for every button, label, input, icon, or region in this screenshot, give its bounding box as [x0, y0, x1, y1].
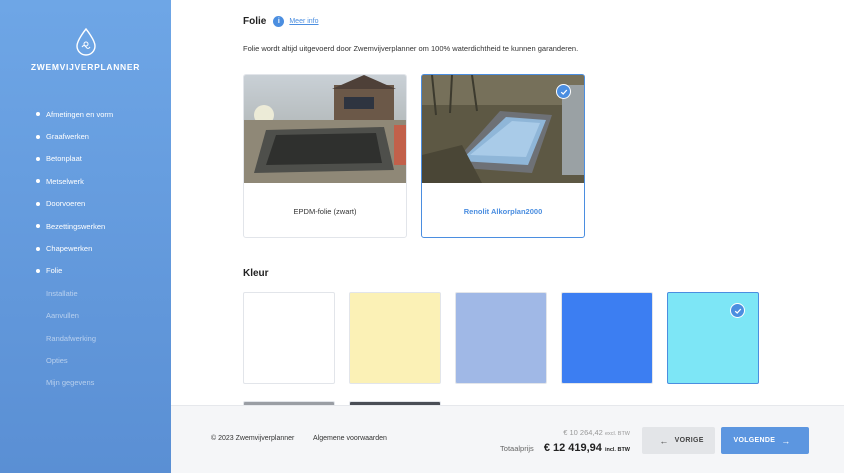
foil-options: EPDM-folie (zwart) Renolit Alkorplan2000: [243, 74, 585, 238]
next-button[interactable]: VOLGENDE →: [721, 427, 809, 454]
total-price: Totaalprijs € 12 419,94 incl. BTW: [500, 442, 630, 454]
next-label: VOLGENDE: [733, 437, 776, 444]
total-value: € 12 419,94: [543, 442, 602, 454]
price-excl-value: € 10 264,42: [563, 428, 603, 437]
nav-step-betonplaat[interactable]: Betonplaat: [36, 148, 113, 170]
nav-step-label: Graafwerken: [46, 132, 89, 142]
nav-step-label: Randafwerking: [46, 333, 97, 343]
arrow-left-icon: ←: [659, 435, 669, 446]
nav-step-label: Installatie: [46, 288, 78, 298]
nav-step-afmetingen[interactable]: Afmetingen en vorm: [36, 103, 113, 125]
step-nav: Afmetingen en vorm Graafwerken Betonplaa…: [36, 103, 113, 394]
arrow-right-icon: →: [781, 435, 791, 446]
check-icon: [556, 84, 571, 99]
nav-step-graafwerken[interactable]: Graafwerken: [36, 125, 113, 147]
color-swatch-white[interactable]: [243, 292, 335, 384]
nav-step-label: Aanvullen: [46, 311, 79, 321]
nav-step-label: Bezettingswerken: [46, 221, 106, 231]
nav-step-aanvullen[interactable]: Aanvullen: [36, 305, 113, 327]
nav-step-folie[interactable]: Folie: [36, 260, 113, 282]
bullet-icon: [36, 179, 40, 184]
bullet-icon: [36, 156, 40, 161]
nav-step-label: Opties: [46, 355, 68, 365]
section-title: Folie: [243, 16, 267, 27]
water-drop-icon: [75, 28, 96, 56]
nav-step-bezettingswerken[interactable]: Bezettingswerken: [36, 215, 113, 237]
bullet-icon: [36, 224, 40, 229]
info-icon[interactable]: i: [273, 16, 285, 27]
copyright: © 2023 Zwemvijverplanner: [211, 435, 295, 442]
nav-step-label: Folie: [46, 266, 63, 276]
nav-step-label: Mijn gegevens: [46, 378, 95, 388]
nav-step-mijn-gegevens[interactable]: Mijn gegevens: [36, 372, 113, 394]
footer-bar: © 2023 Zwemvijverplanner Algemene voorwa…: [171, 405, 844, 473]
color-swatch-sand[interactable]: [349, 292, 441, 384]
bullet-icon: [36, 268, 40, 273]
more-info-link[interactable]: Meer info: [289, 18, 318, 25]
total-suffix: incl. BTW: [604, 447, 630, 453]
bullet-icon: [36, 134, 40, 139]
bullet-icon: [36, 112, 40, 117]
logo[interactable]: ZWEMVIJVERPLANNER: [0, 28, 171, 72]
nav-step-label: Doorvoeren: [46, 199, 86, 209]
nav-step-doorvoeren[interactable]: Doorvoeren: [36, 193, 113, 215]
option-card-epdm[interactable]: EPDM-folie (zwart): [243, 74, 407, 238]
price-excl-suffix: excl. BTW: [604, 431, 630, 437]
brand-name: ZWEMVIJVERPLANNER: [30, 62, 141, 72]
nav-step-opties[interactable]: Opties: [36, 349, 113, 371]
section-description: Folie wordt altijd uitgevoerd door Zwemv…: [243, 44, 579, 53]
nav-step-label: Afmetingen en vorm: [46, 109, 114, 119]
color-swatch-aqua[interactable]: [667, 292, 759, 384]
previous-button[interactable]: ← VORIGE: [642, 427, 715, 454]
option-label: Renolit Alkorplan2000: [463, 206, 543, 216]
color-swatches: [243, 292, 759, 384]
check-icon: [730, 303, 745, 318]
previous-label: VORIGE: [674, 437, 704, 444]
terms-link[interactable]: Algemene voorwaarden: [313, 435, 387, 442]
main-content: Folie i Meer info Folie wordt altijd uit…: [171, 0, 844, 405]
color-swatch-blue[interactable]: [561, 292, 653, 384]
nav-step-chapewerken[interactable]: Chapewerken: [36, 237, 113, 259]
nav-step-label: Metselwerk: [46, 176, 84, 186]
section-header: Folie i Meer info: [243, 16, 319, 27]
option-label: EPDM-folie (zwart): [293, 206, 357, 216]
color-section-title: Kleur: [243, 268, 269, 279]
total-label: Totaalprijs: [500, 444, 534, 453]
nav-step-label: Chapewerken: [46, 244, 93, 254]
option-card-renolit[interactable]: Renolit Alkorplan2000: [421, 74, 585, 238]
nav-step-installatie[interactable]: Installatie: [36, 282, 113, 304]
bullet-icon: [36, 246, 40, 251]
nav-step-randafwerking[interactable]: Randafwerking: [36, 327, 113, 349]
bullet-icon: [36, 201, 40, 206]
nav-step-label: Betonplaat: [46, 154, 82, 164]
price-excl-vat: € 10 264,42 excl. BTW: [563, 428, 630, 437]
nav-step-metselwerk[interactable]: Metselwerk: [36, 170, 113, 192]
color-swatch-light-blue[interactable]: [455, 292, 547, 384]
sidebar: ZWEMVIJVERPLANNER Afmetingen en vorm Gra…: [0, 0, 171, 473]
epdm-photo: [244, 75, 406, 183]
